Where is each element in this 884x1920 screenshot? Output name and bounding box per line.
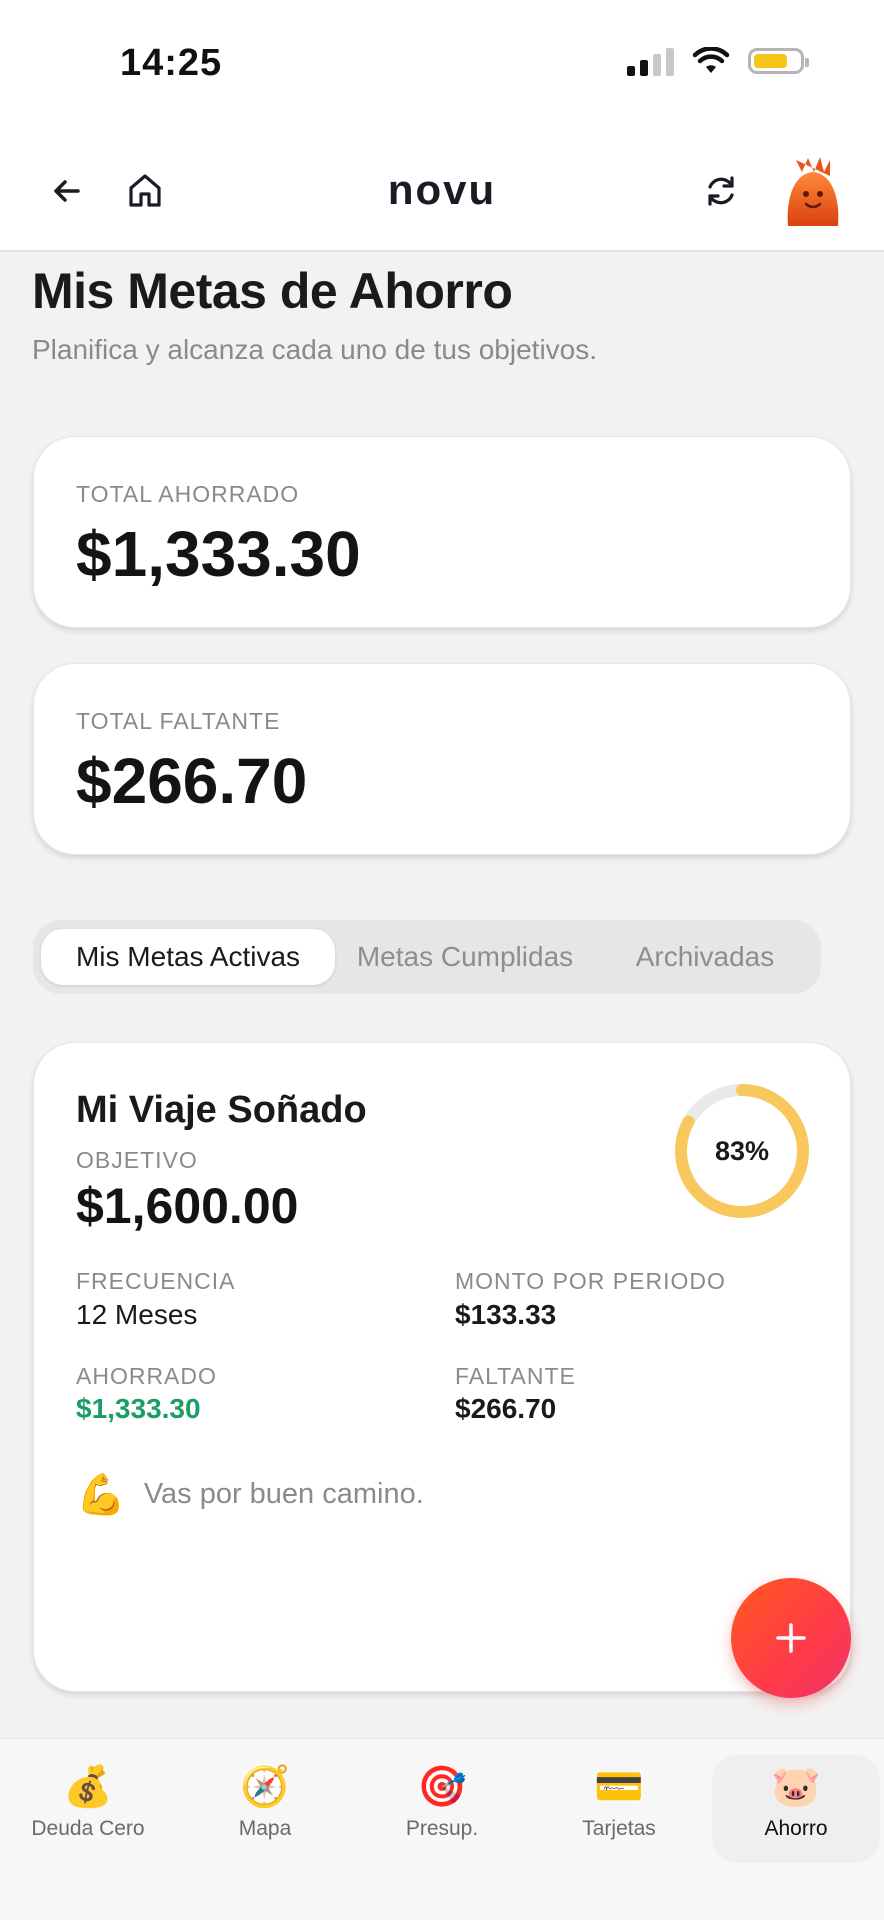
bottom-tab-presupuesto[interactable]: 🎯 Presup. [358,1755,526,1863]
money-bag-icon: 💰 [63,1765,113,1809]
frequency-value: 12 Meses [76,1299,198,1330]
cellular-signal-icon [627,46,674,76]
profile-avatar[interactable] [778,152,848,232]
goal-target-value: $1,600.00 [76,1178,299,1234]
refresh-icon [708,176,734,206]
page-title: Mis Metas de Ahorro [32,263,513,319]
goal-name: Mi Viaje Soñado [76,1089,367,1131]
frequency-label: FRECUENCIA [76,1268,236,1294]
pig-icon: 🐷 [771,1765,821,1809]
bottom-tab-ahorro[interactable]: 🐷 Ahorro [712,1755,880,1863]
total-saved-label: TOTAL AHORRADO [76,481,300,507]
bottom-tab-label: Mapa [238,1817,292,1840]
tab-archived-goals[interactable]: Archivadas [605,929,805,985]
missing-value: $266.70 [455,1393,557,1424]
bottom-tab-tarjetas[interactable]: 💳 Tarjetas [535,1755,703,1863]
motivation-text: Vas por buen camino. [143,1478,424,1510]
bottom-tab-mapa[interactable]: 🧭 Mapa [181,1755,349,1863]
tab-completed-goals[interactable]: Metas Cumplidas [349,929,581,985]
bottom-tab-bar: 💰 Deuda Cero 🧭 Mapa 🎯 Presup. 💳 Tarjetas… [0,1737,884,1920]
goal-card[interactable]: Mi Viaje Soñado OBJETIVO $1,600.00 83% F… [33,1042,851,1692]
total-saved-card: TOTAL AHORRADO $1,333.30 [33,436,851,628]
brand-logo: novu [387,166,497,213]
flexed-biceps-icon: 💪 [76,1473,126,1517]
top-nav-bar: novu [0,130,884,252]
saved-value: $1,333.30 [76,1393,201,1424]
goal-progress-text: 83% [714,1135,770,1166]
saved-label: AHORRADO [76,1363,217,1389]
battery-icon [748,48,809,74]
plus-icon [776,1623,806,1653]
compass-icon: 🧭 [240,1765,290,1809]
bottom-tab-label: Ahorro [764,1817,828,1840]
bottom-tab-label: Deuda Cero [31,1817,145,1840]
period-amount-value: $133.33 [455,1299,557,1330]
goal-target-label: OBJETIVO [76,1147,198,1173]
total-missing-value: $266.70 [76,745,308,817]
period-amount-label: MONTO POR PERIODO [455,1268,726,1294]
bottom-tab-label: Tarjetas [582,1817,656,1840]
missing-label: FALTANTE [455,1363,576,1389]
motivation-message: 💪 Vas por buen camino. [76,1471,424,1518]
target-icon: 🎯 [417,1765,467,1809]
status-bar: 14:25 [0,0,884,130]
add-goal-button[interactable] [731,1578,851,1698]
credit-card-icon: 💳 [594,1765,644,1809]
orange-mascot-avatar-icon [787,157,839,226]
status-time: 14:25 [120,42,223,84]
total-saved-value: $1,333.30 [76,518,361,590]
wifi-icon [692,47,730,73]
total-missing-label: TOTAL FALTANTE [76,708,281,734]
bottom-tab-deuda-cero[interactable]: 💰 Deuda Cero [4,1755,172,1863]
page-subtitle: Planifica y alcanza cada uno de tus obje… [32,334,598,365]
total-missing-card: TOTAL FALTANTE $266.70 [33,663,851,855]
tab-active-goals[interactable]: Mis Metas Activas [41,929,335,985]
goal-status-tabs: Mis Metas Activas Metas Cumplidas Archiv… [33,920,821,994]
bottom-tab-label: Presup. [405,1817,479,1840]
battery-level-fill [754,54,787,68]
refresh-button[interactable] [694,164,748,218]
status-icons [627,46,809,76]
